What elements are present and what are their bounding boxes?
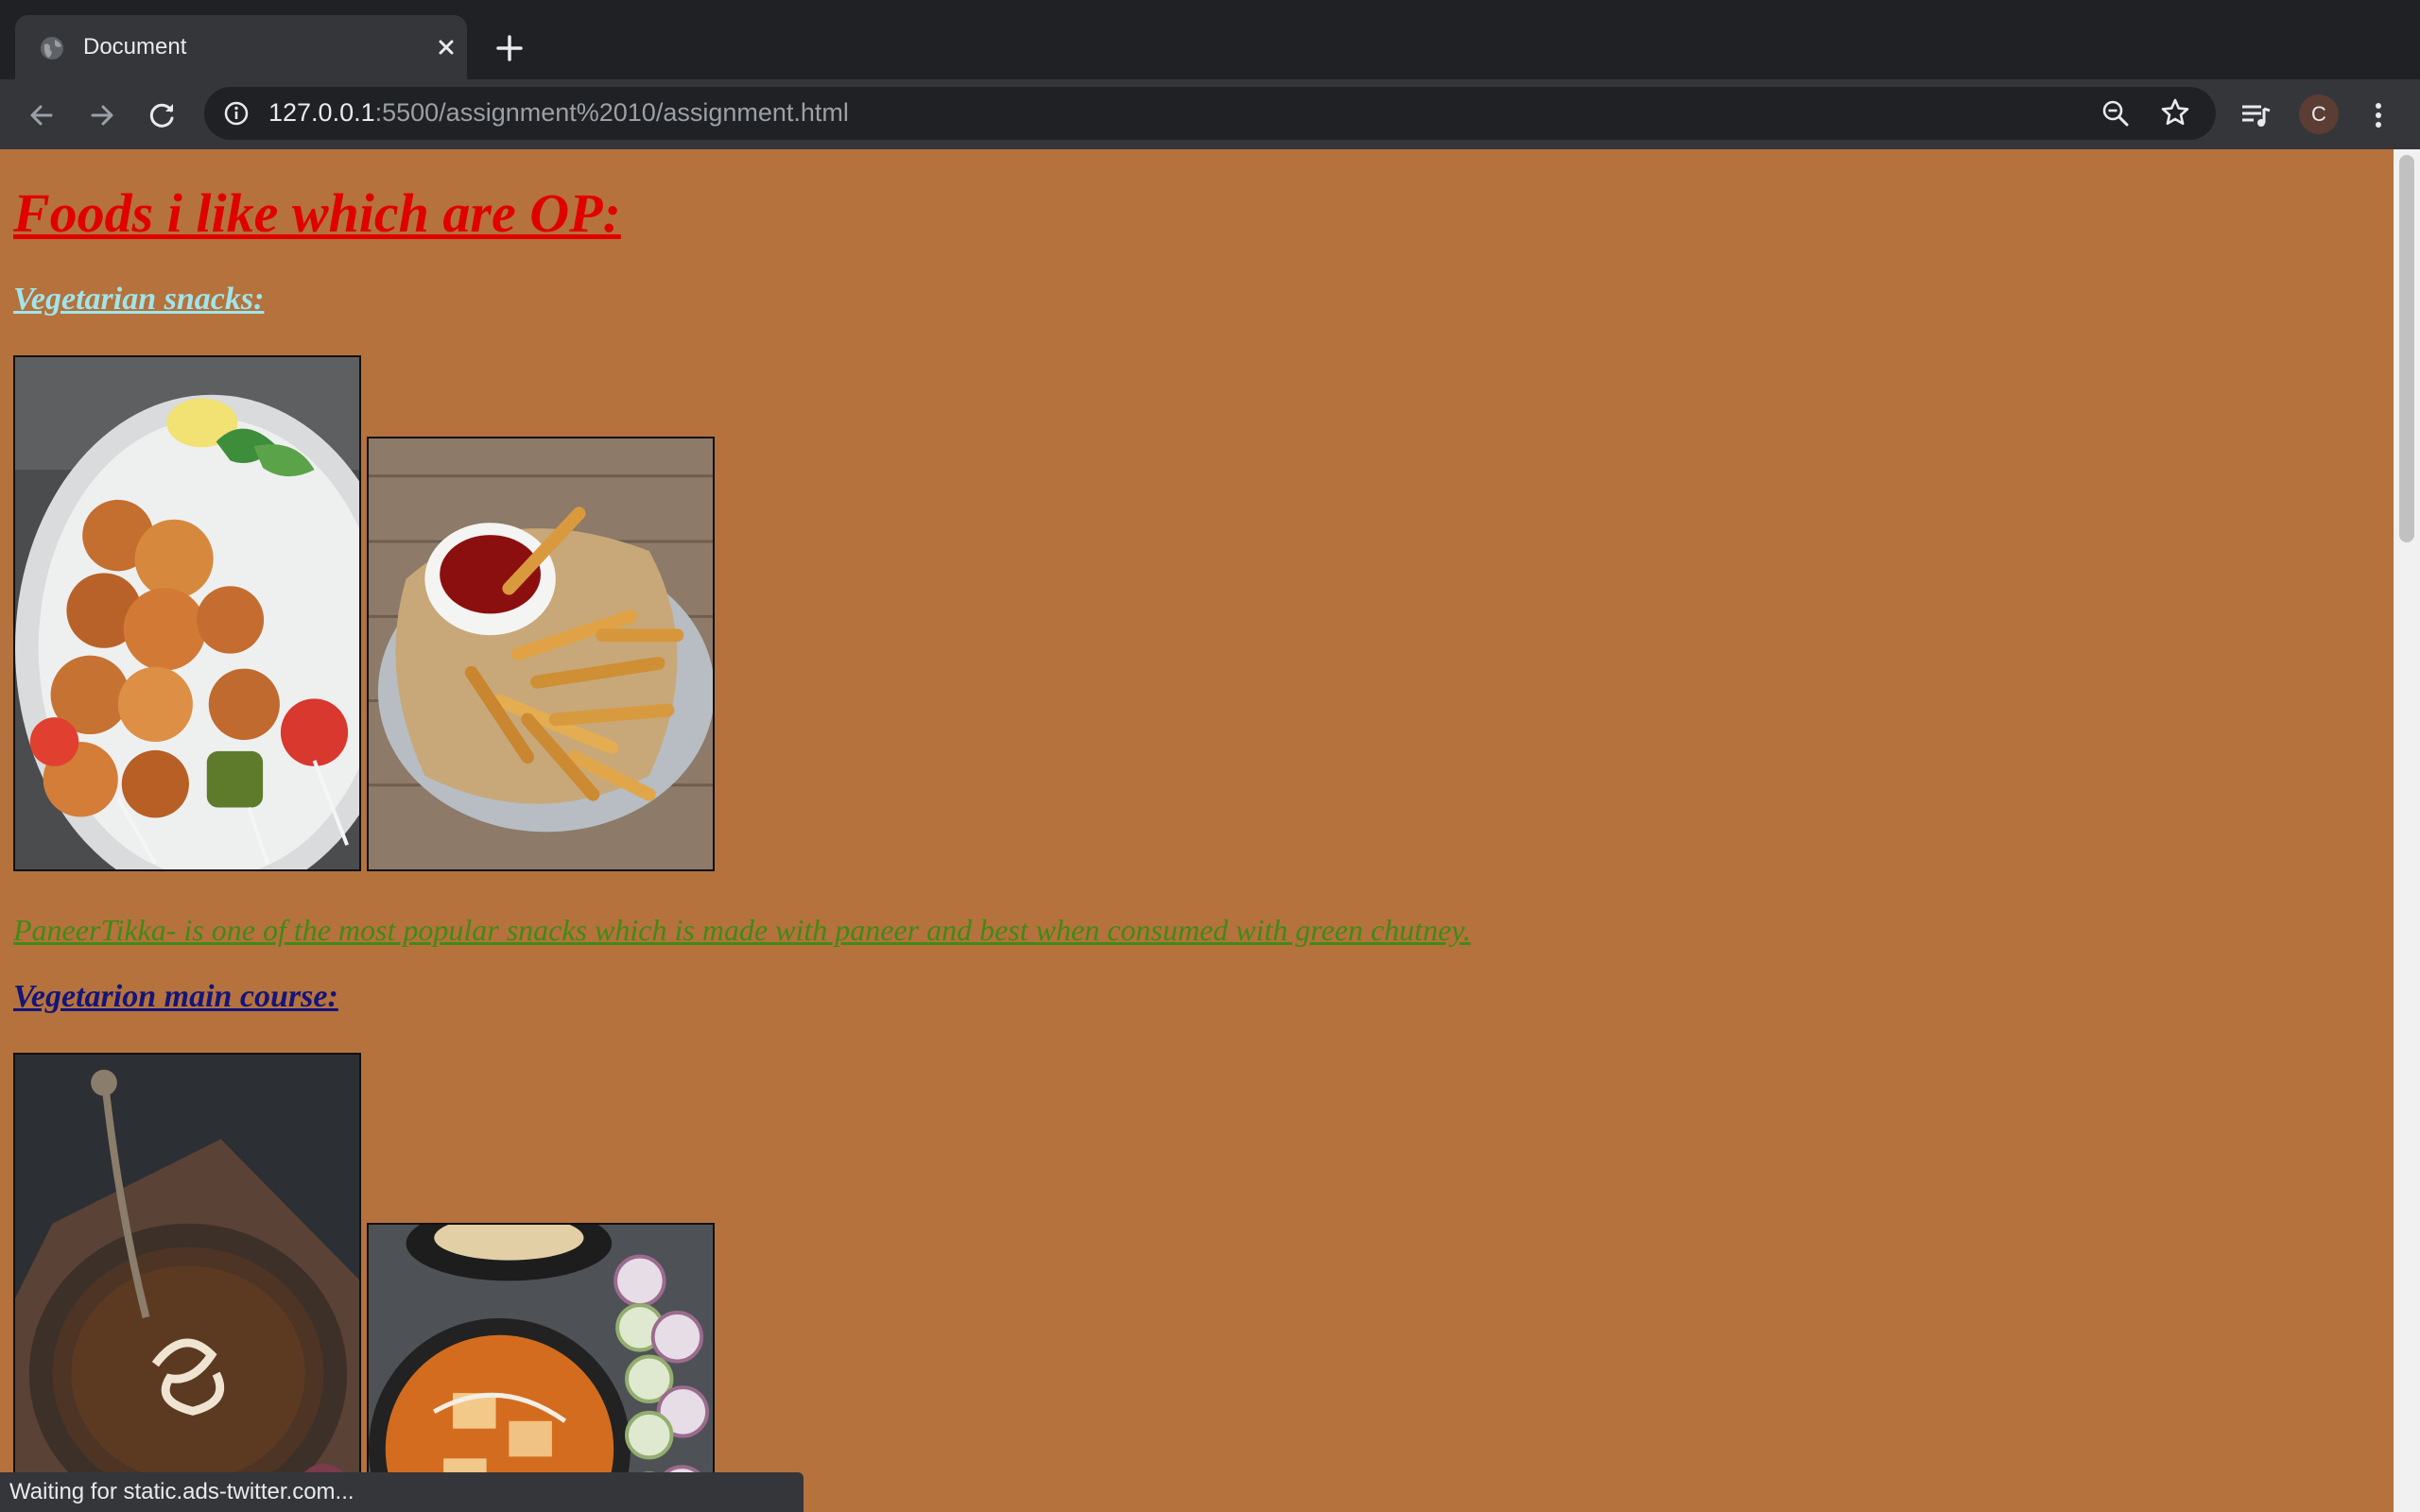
forward-arrow-icon[interactable] bbox=[85, 98, 119, 132]
page-viewport: Foods i like which are OP: Vegetarian sn… bbox=[0, 149, 2394, 1512]
paneer-butter-masala-image bbox=[367, 1223, 715, 1512]
globe-icon bbox=[41, 37, 63, 60]
french-fries-image bbox=[367, 437, 715, 871]
back-arrow-icon[interactable] bbox=[25, 98, 59, 132]
snacks-description: PaneerTikka- is one of the most popular … bbox=[13, 913, 1471, 947]
url-path: :5500/assignment%2010/assignment.html bbox=[374, 98, 849, 127]
page-title: Foods i like which are OP: bbox=[13, 182, 621, 244]
url-text[interactable]: 127.0.0.1:5500/assignment%2010/assignmen… bbox=[268, 98, 849, 128]
avatar[interactable]: C bbox=[2299, 94, 2339, 134]
close-icon[interactable] bbox=[431, 32, 461, 62]
media-queue-icon[interactable] bbox=[2238, 98, 2273, 132]
main-course-heading: Vegetarion main course: bbox=[13, 979, 338, 1014]
scrollbar-thumb[interactable] bbox=[2399, 155, 2414, 542]
tab-document[interactable]: Document bbox=[15, 15, 467, 79]
dal-makhani-image bbox=[13, 1053, 361, 1512]
snacks-heading: Vegetarian snacks: bbox=[13, 282, 265, 317]
plus-icon[interactable] bbox=[492, 30, 527, 66]
star-icon[interactable] bbox=[2159, 96, 2191, 129]
page-scrollbar[interactable] bbox=[2394, 149, 2420, 1512]
tab-title: Document bbox=[83, 34, 187, 60]
browser-toolbar: 127.0.0.1:5500/assignment%2010/assignmen… bbox=[0, 79, 2420, 149]
url-host: 127.0.0.1 bbox=[268, 98, 375, 127]
zoom-out-icon[interactable] bbox=[2100, 98, 2131, 129]
tab-strip: Document bbox=[0, 0, 2420, 79]
status-bar: Waiting for static.ads-twitter.com... bbox=[0, 1472, 804, 1512]
kebab-menu-icon[interactable] bbox=[2361, 98, 2395, 132]
reload-icon[interactable] bbox=[146, 98, 180, 132]
address-bar[interactable]: 127.0.0.1:5500/assignment%2010/assignmen… bbox=[204, 87, 2216, 140]
info-icon[interactable] bbox=[223, 100, 250, 127]
paneer-tikka-image bbox=[13, 355, 361, 871]
